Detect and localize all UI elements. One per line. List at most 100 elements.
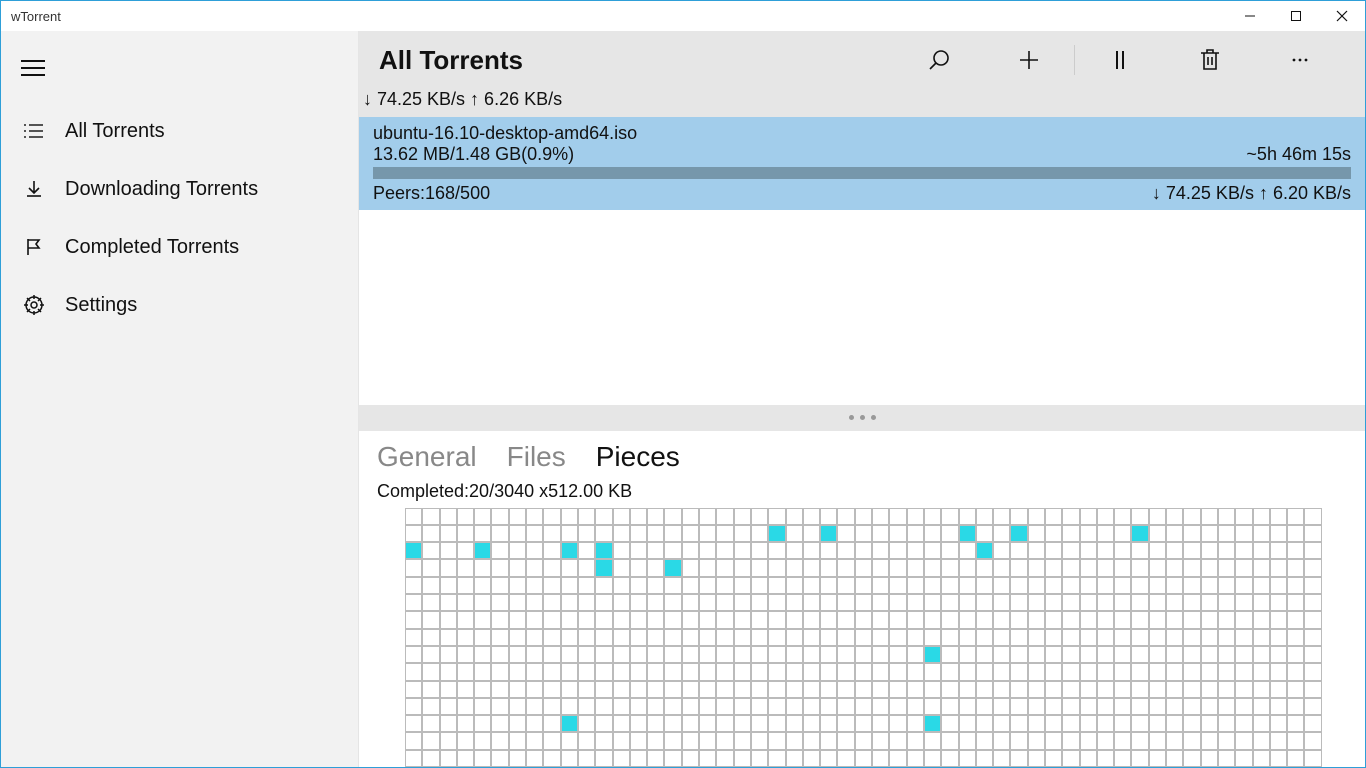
piece-cell xyxy=(941,611,958,628)
piece-cell xyxy=(491,698,508,715)
piece-cell xyxy=(630,594,647,611)
piece-cell xyxy=(889,681,906,698)
piece-cell xyxy=(613,542,630,559)
piece-cell xyxy=(734,698,751,715)
piece-cell xyxy=(872,715,889,732)
piece-cell xyxy=(474,559,491,576)
piece-cell xyxy=(1235,750,1252,767)
add-button[interactable] xyxy=(984,31,1074,89)
piece-cell xyxy=(820,698,837,715)
piece-cell xyxy=(1062,577,1079,594)
tab-pieces[interactable]: Pieces xyxy=(596,441,680,473)
piece-cell xyxy=(1062,559,1079,576)
piece-cell xyxy=(941,715,958,732)
piece-cell xyxy=(959,715,976,732)
piece-cell xyxy=(872,681,889,698)
piece-cell xyxy=(474,594,491,611)
piece-cell xyxy=(543,542,560,559)
delete-button[interactable] xyxy=(1165,31,1255,89)
piece-cell xyxy=(1080,732,1097,749)
piece-cell xyxy=(786,611,803,628)
piece-cell xyxy=(820,594,837,611)
piece-cell xyxy=(1114,646,1131,663)
piece-cell xyxy=(422,629,439,646)
piece-cell xyxy=(457,698,474,715)
piece-cell xyxy=(1131,715,1148,732)
piece-cell xyxy=(837,508,854,525)
piece-cell xyxy=(1304,732,1321,749)
torrent-row[interactable]: ubuntu-16.10-desktop-amd64.iso 13.62 MB/… xyxy=(359,117,1365,210)
piece-cell xyxy=(474,698,491,715)
piece-cell xyxy=(1270,698,1287,715)
piece-cell xyxy=(526,559,543,576)
minimize-button[interactable] xyxy=(1227,1,1273,31)
piece-cell xyxy=(1287,698,1304,715)
piece-cell xyxy=(1253,681,1270,698)
piece-cell xyxy=(561,629,578,646)
piece-cell xyxy=(1045,750,1062,767)
piece-cell xyxy=(1270,594,1287,611)
piece-cell xyxy=(1097,646,1114,663)
sidebar-item-settings[interactable]: Settings xyxy=(1,276,358,334)
piece-cell xyxy=(1218,732,1235,749)
piece-cell xyxy=(803,577,820,594)
piece-cell xyxy=(976,681,993,698)
pause-button[interactable] xyxy=(1075,31,1165,89)
piece-cell xyxy=(457,732,474,749)
piece-cell xyxy=(855,577,872,594)
piece-cell xyxy=(820,750,837,767)
piece-cell xyxy=(1097,698,1114,715)
piece-cell xyxy=(1114,698,1131,715)
piece-cell xyxy=(1218,663,1235,680)
piece-cell xyxy=(959,577,976,594)
titlebar: wTorrent xyxy=(1,1,1365,31)
sidebar-item-all-torrents[interactable]: All Torrents xyxy=(1,102,358,160)
piece-cell xyxy=(647,646,664,663)
sidebar-item-completed[interactable]: Completed Torrents xyxy=(1,218,358,276)
piece-cell xyxy=(526,508,543,525)
piece-cell xyxy=(976,594,993,611)
piece-cell xyxy=(1010,559,1027,576)
piece-cell xyxy=(1304,715,1321,732)
tab-general[interactable]: General xyxy=(377,441,477,473)
tab-files[interactable]: Files xyxy=(507,441,566,473)
piece-cell xyxy=(716,663,733,680)
sidebar: All Torrents Downloading Torrents Comple… xyxy=(1,31,359,767)
piece-cell xyxy=(976,525,993,542)
piece-cell xyxy=(457,508,474,525)
piece-cell xyxy=(837,750,854,767)
pieces-grid xyxy=(359,508,1365,767)
piece-cell xyxy=(543,508,560,525)
window-title: wTorrent xyxy=(11,9,61,24)
search-button[interactable] xyxy=(894,31,984,89)
torrent-speeds: ↓ 74.25 KB/s ↑ 6.20 KB/s xyxy=(1152,183,1351,204)
piece-cell xyxy=(491,577,508,594)
more-button[interactable] xyxy=(1255,31,1345,89)
piece-cell xyxy=(405,698,422,715)
piece-cell xyxy=(924,646,941,663)
piece-cell xyxy=(526,646,543,663)
sidebar-item-downloading[interactable]: Downloading Torrents xyxy=(1,160,358,218)
piece-cell xyxy=(1114,542,1131,559)
piece-cell xyxy=(820,559,837,576)
piece-cell xyxy=(1183,525,1200,542)
splitter-handle[interactable] xyxy=(359,405,1365,431)
piece-cell xyxy=(786,750,803,767)
close-icon xyxy=(1336,10,1348,22)
piece-cell xyxy=(768,611,785,628)
piece-cell xyxy=(1270,525,1287,542)
hamburger-button[interactable] xyxy=(1,39,358,96)
piece-cell xyxy=(422,525,439,542)
maximize-button[interactable] xyxy=(1273,1,1319,31)
pieces-row xyxy=(405,559,1365,576)
piece-cell xyxy=(440,698,457,715)
piece-cell xyxy=(734,715,751,732)
piece-cell xyxy=(630,629,647,646)
piece-cell xyxy=(526,577,543,594)
piece-cell xyxy=(595,629,612,646)
piece-cell xyxy=(1218,508,1235,525)
piece-cell xyxy=(1166,559,1183,576)
close-button[interactable] xyxy=(1319,1,1365,31)
list-icon xyxy=(23,120,45,142)
piece-cell xyxy=(1166,611,1183,628)
